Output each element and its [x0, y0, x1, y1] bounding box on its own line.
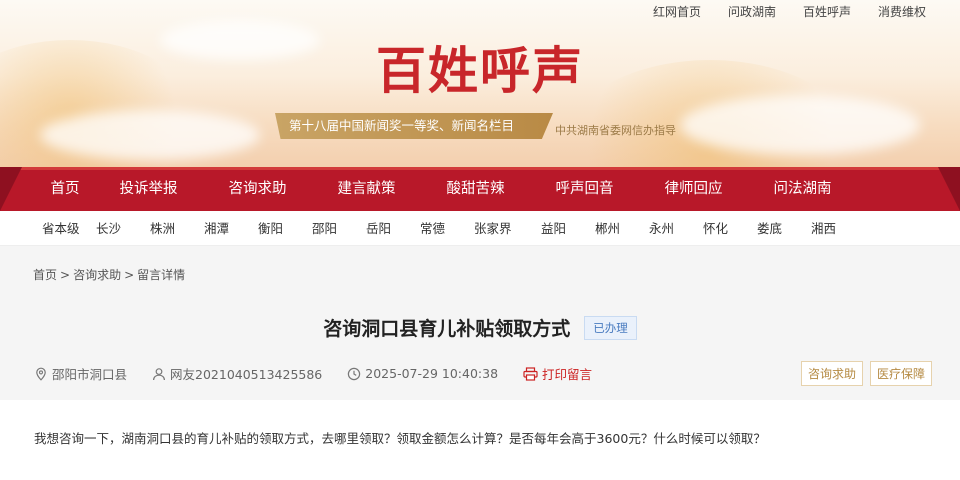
breadcrumb-section[interactable]: 咨询求助 [73, 268, 121, 282]
print-button[interactable]: 打印留言 [523, 364, 592, 383]
top-link-baixing[interactable]: 百姓呼声 [803, 4, 851, 20]
region-item[interactable]: 郴州 [595, 212, 649, 246]
post-meta: 邵阳市洞口县 网友2021040513425586 2025-07-29 10:… [34, 364, 617, 383]
main-nav: 首页 投诉举报 咨询求助 建言献策 酸甜苦辣 呼声回音 律师回应 问法湖南 [0, 167, 960, 211]
user-text: 网友2021040513425586 [170, 367, 323, 382]
region-item[interactable]: 常德 [420, 212, 474, 246]
region-item[interactable]: 怀化 [703, 212, 757, 246]
breadcrumb-home[interactable]: 首页 [33, 268, 57, 282]
region-item[interactable]: 岳阳 [366, 212, 420, 246]
top-link-consumer[interactable]: 消费维权 [878, 4, 926, 20]
top-links: 红网首页 问政湖南 百姓呼声 消费维权 [626, 4, 926, 20]
guide-text: 中共湖南省委网信办指导 [555, 124, 676, 137]
svg-text:百姓呼声: 百姓呼声 [376, 41, 584, 100]
region-item[interactable]: 湘西 [811, 212, 865, 246]
status-badge: 已办理 [584, 315, 637, 340]
region-bar: 省本级 长沙 株洲 湘潭 衡阳 邵阳 岳阳 常德 张家界 益阳 郴州 永州 怀化… [0, 212, 960, 246]
breadcrumb-current: 留言详情 [137, 268, 186, 282]
nav-item-home[interactable]: 首页 [36, 167, 94, 211]
title-row: 咨询洞口县育儿补贴领取方式 已办理 [0, 314, 960, 341]
region-item[interactable]: 长沙 [96, 212, 150, 246]
meta-location: 邵阳市洞口县 [34, 364, 127, 383]
region-item[interactable]: 省本级 [42, 212, 96, 246]
region-item[interactable]: 邵阳 [312, 212, 366, 246]
top-link-wenzheng[interactable]: 问政湖南 [728, 4, 776, 20]
nav-item-law[interactable]: 问法湖南 [748, 167, 857, 211]
region-item[interactable]: 张家界 [474, 212, 541, 246]
location-text: 邵阳市洞口县 [52, 367, 128, 382]
top-link-home[interactable]: 红网首页 [653, 4, 701, 20]
user-icon [153, 367, 166, 380]
tag-topic[interactable]: 医疗保障 [869, 361, 932, 386]
region-item[interactable]: 益阳 [541, 212, 595, 246]
breadcrumb-sep: > [124, 268, 135, 282]
site-logo[interactable]: 百姓呼声 [372, 38, 594, 100]
region-item[interactable]: 株洲 [150, 212, 204, 246]
location-pin-icon [36, 367, 46, 381]
print-label: 打印留言 [542, 367, 593, 382]
tag-category[interactable]: 咨询求助 [800, 361, 863, 386]
printer-icon [523, 366, 538, 381]
nav-item-complaint[interactable]: 投诉举报 [94, 167, 203, 211]
nav-item-consult[interactable]: 咨询求助 [203, 167, 312, 211]
banner-cloud [680, 95, 920, 155]
nav-item-lawyer[interactable]: 律师回应 [639, 167, 748, 211]
breadcrumb: 首页 > 咨询求助 > 留言详情 [33, 266, 185, 283]
page-title: 咨询洞口县育儿补贴领取方式 [323, 318, 571, 340]
post-body: 我想咨询一下，湖南洞口县的育儿补贴的领取方式，去哪里领取？领取金额怎么计算？是否… [34, 431, 766, 446]
banner-cloud [40, 110, 260, 160]
meta-user: 网友2021040513425586 [152, 364, 322, 383]
time-text: 2025-07-29 10:40:38 [365, 366, 499, 381]
nav-item-suggest[interactable]: 建言献策 [312, 167, 421, 211]
breadcrumb-sep: > [60, 268, 71, 282]
region-item[interactable]: 湘潭 [204, 212, 258, 246]
clock-icon [348, 367, 361, 380]
region-item[interactable]: 娄底 [757, 212, 811, 246]
nav-fold-left [0, 167, 22, 211]
header-banner: 红网首页 问政湖南 百姓呼声 消费维权 百姓呼声 第十八届中国新闻奖一等奖、新闻… [0, 0, 960, 168]
region-item[interactable]: 衡阳 [258, 212, 312, 246]
nav-item-response[interactable]: 呼声回音 [530, 167, 639, 211]
region-item[interactable]: 永州 [649, 212, 703, 246]
meta-time: 2025-07-29 10:40:38 [347, 366, 498, 381]
post-tags: 咨询求助 医疗保障 [800, 361, 932, 386]
nav-item-life[interactable]: 酸甜苦辣 [421, 167, 530, 211]
nav-fold-right [938, 167, 960, 211]
award-ribbon: 第十八届中国新闻奖一等奖、新闻名栏目 [275, 113, 553, 139]
banner-cloud [160, 20, 320, 60]
